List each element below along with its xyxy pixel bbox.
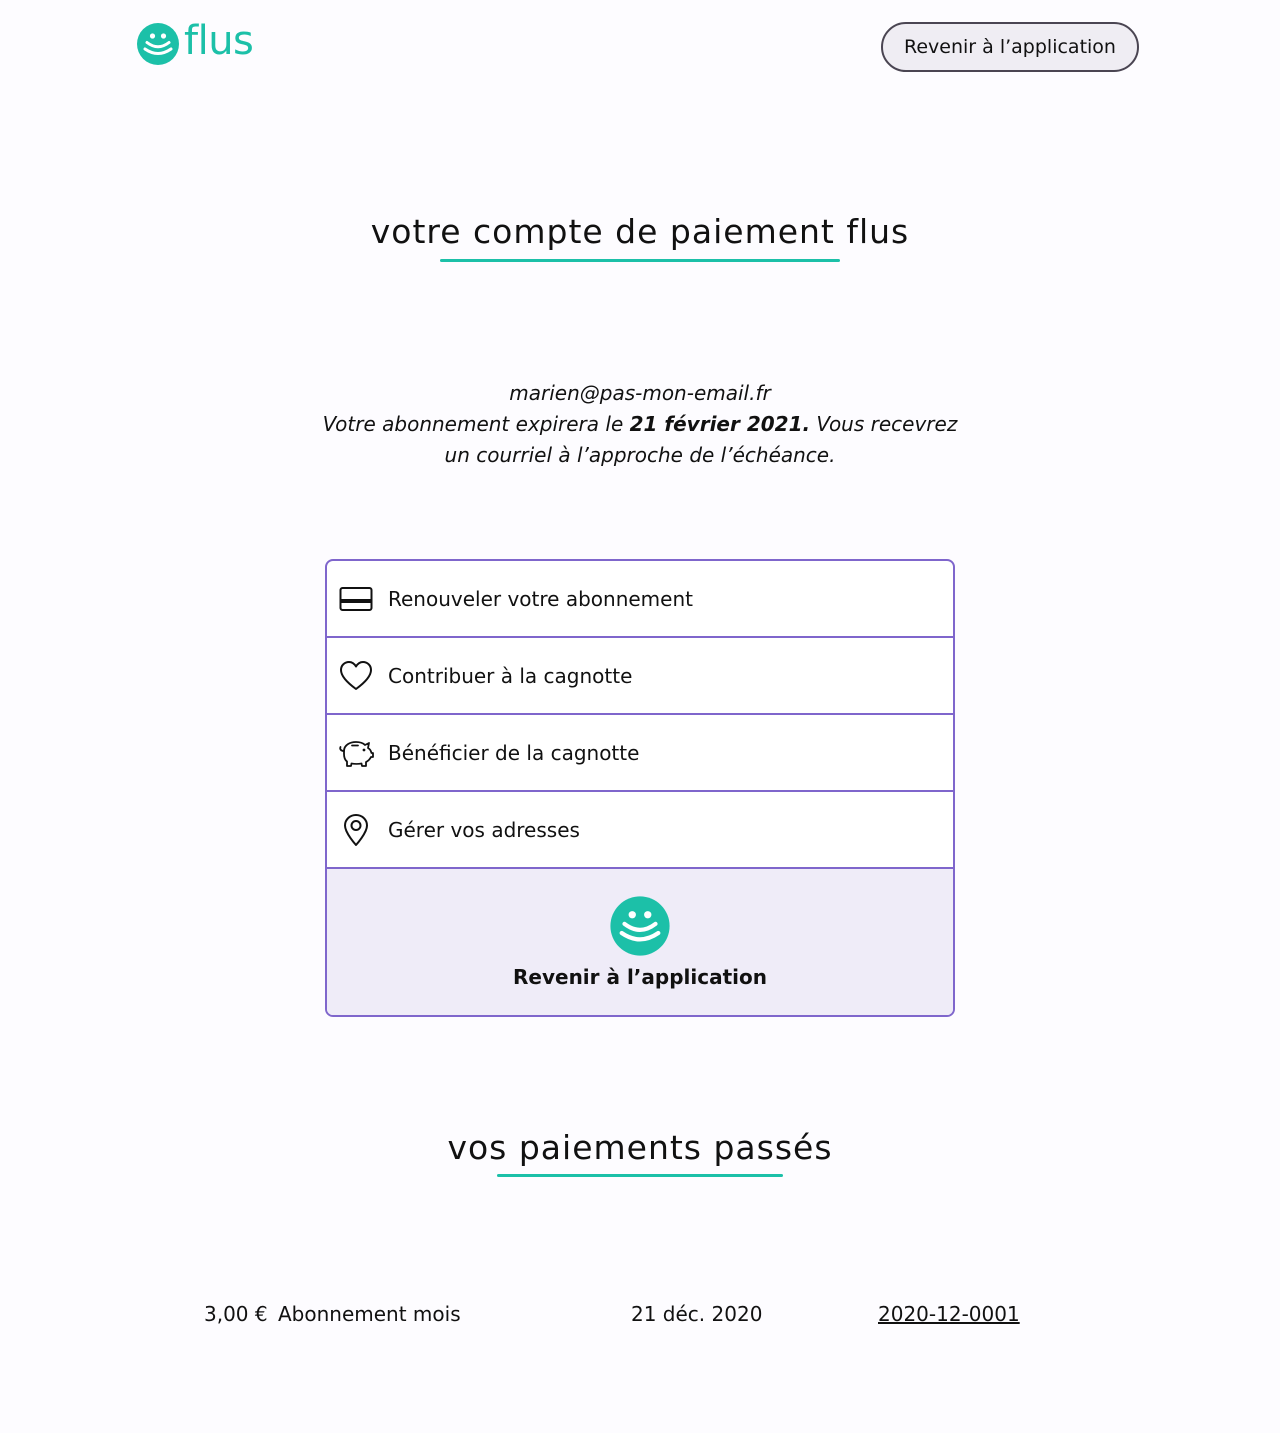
menu-back-to-app-label: Revenir à l’application [513, 965, 767, 989]
heart-icon [338, 658, 374, 694]
account-title-underline [440, 259, 840, 262]
flus-smiley-icon [137, 23, 179, 65]
menu-back-to-app[interactable]: Revenir à l’application [327, 869, 953, 1015]
account-menu: Renouveler votre abonnement Contribuer à… [325, 559, 955, 1017]
menu-item-renew-subscription[interactable]: Renouveler votre abonnement [327, 561, 953, 638]
payments-title: vos paiements passés [447, 1128, 833, 1167]
credit-card-icon [338, 581, 374, 617]
menu-item-manage-addresses[interactable]: Gérer vos adresses [327, 792, 953, 869]
piggy-bank-icon [338, 735, 374, 771]
back-to-app-button[interactable]: Revenir à l’application [881, 22, 1139, 72]
expiry-suffix: Vous recevrez [810, 412, 958, 436]
flus-smiley-icon [610, 896, 670, 956]
payment-row: 3,00 € Abonnement mois 21 déc. 2020 2020… [0, 1302, 1280, 1334]
expiry-notice: Votre abonnement expirera le 21 février … [0, 409, 1280, 440]
menu-item-label: Renouveler votre abonnement [388, 586, 693, 611]
menu-item-label: Gérer vos adresses [388, 817, 580, 842]
account-title: votre compte de paiement flus [370, 212, 910, 251]
invoice-link[interactable]: 2020-12-0001 [878, 1302, 1020, 1326]
account-email: marien@pas-mon-email.fr [509, 381, 771, 405]
menu-item-contribute[interactable]: Contribuer à la cagnotte [327, 638, 953, 715]
payments-title-underline [497, 1174, 783, 1177]
menu-item-label: Contribuer à la cagnotte [388, 663, 633, 688]
expiry-prefix: Votre abonnement expirera le [322, 412, 630, 436]
logo-text: flus [184, 18, 254, 64]
expiry-date: 21 février 2021. [629, 412, 811, 436]
payment-date: 21 déc. 2020 [631, 1302, 763, 1326]
expiry-notice-line2: un courriel à l’approche de l’échéance. [444, 443, 836, 467]
menu-item-benefit[interactable]: Bénéficier de la cagnotte [327, 715, 953, 792]
payment-amount: 3,00 € [204, 1302, 268, 1326]
menu-item-label: Bénéficier de la cagnotte [388, 740, 640, 765]
map-pin-icon [338, 812, 374, 848]
account-info: marien@pas-mon-email.fr Votre abonnement… [0, 378, 1280, 471]
flus-logo[interactable]: flus [136, 18, 254, 66]
payment-label: Abonnement mois [278, 1302, 461, 1326]
header: flus Revenir à l’application [0, 0, 1280, 100]
